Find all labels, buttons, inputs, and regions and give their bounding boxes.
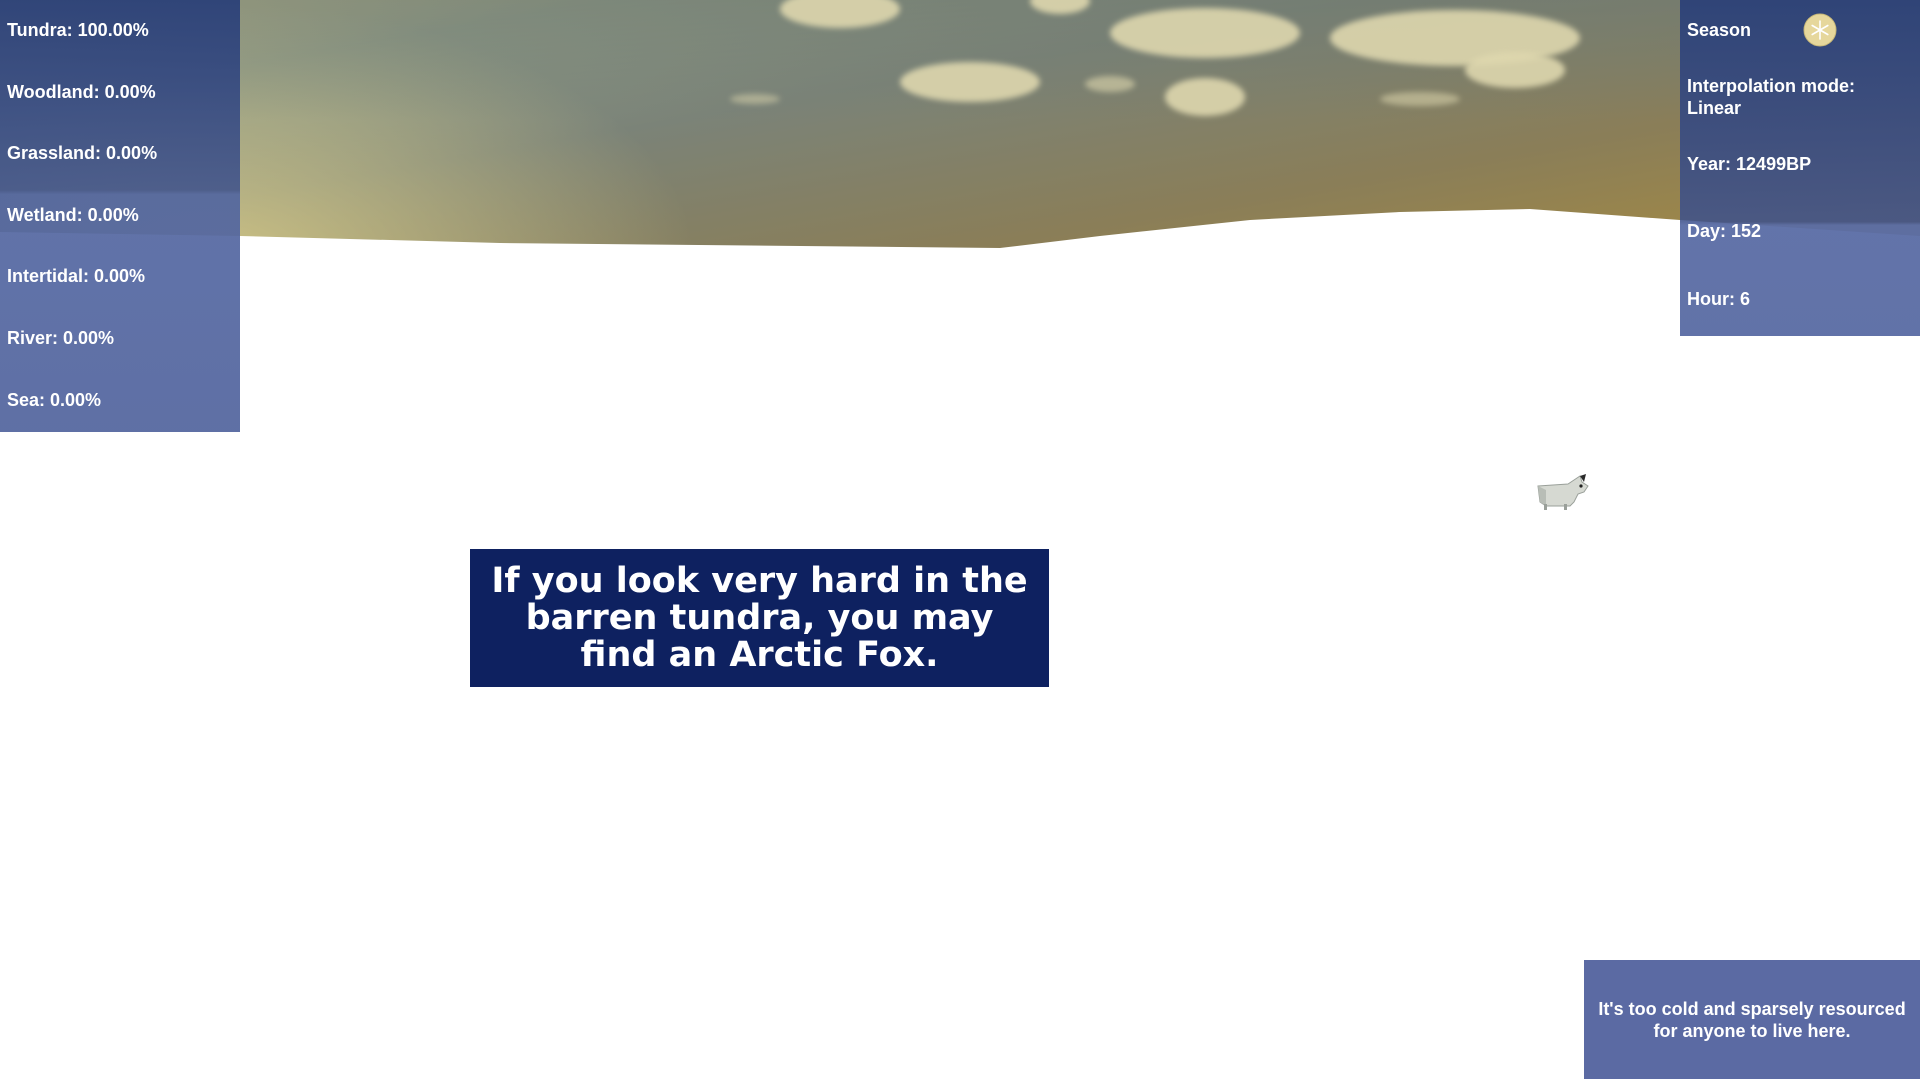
day-readout: Day: 152 — [1687, 221, 1762, 241]
game-viewport[interactable]: Tundra: 100.00% Woodland: 0.00% Grasslan… — [0, 0, 1920, 1079]
hour-readout: Hour: 6 — [1687, 289, 1750, 309]
time-info-panel: Season Interpolation mode: Linear Year: … — [1680, 0, 1920, 336]
arctic-fox-sprite[interactable] — [1534, 472, 1590, 514]
biome-percentages-panel: Tundra: 100.00% Woodland: 0.00% Grasslan… — [0, 0, 240, 432]
snow-field — [0, 209, 1920, 1079]
snowflake-moon-icon — [1803, 13, 1837, 47]
interpolation-mode: Interpolation mode: Linear — [1687, 76, 1855, 118]
fact-banner: If you look very hard in the barren tund… — [470, 549, 1049, 687]
year-readout: Year: 12499BP — [1687, 154, 1812, 174]
season-label: Season — [1687, 20, 1752, 40]
settlement-message: It's too cold and sparsely resourced for… — [1584, 960, 1920, 1079]
biome-river: River: 0.00% — [7, 328, 115, 348]
biome-woodland: Woodland: 0.00% — [7, 82, 156, 102]
biome-grassland: Grassland: 0.00% — [7, 143, 158, 163]
biome-sea: Sea: 0.00% — [7, 390, 102, 410]
biome-wetland: Wetland: 0.00% — [7, 205, 139, 225]
biome-intertidal: Intertidal: 0.00% — [7, 266, 146, 286]
biome-tundra: Tundra: 100.00% — [7, 20, 149, 40]
